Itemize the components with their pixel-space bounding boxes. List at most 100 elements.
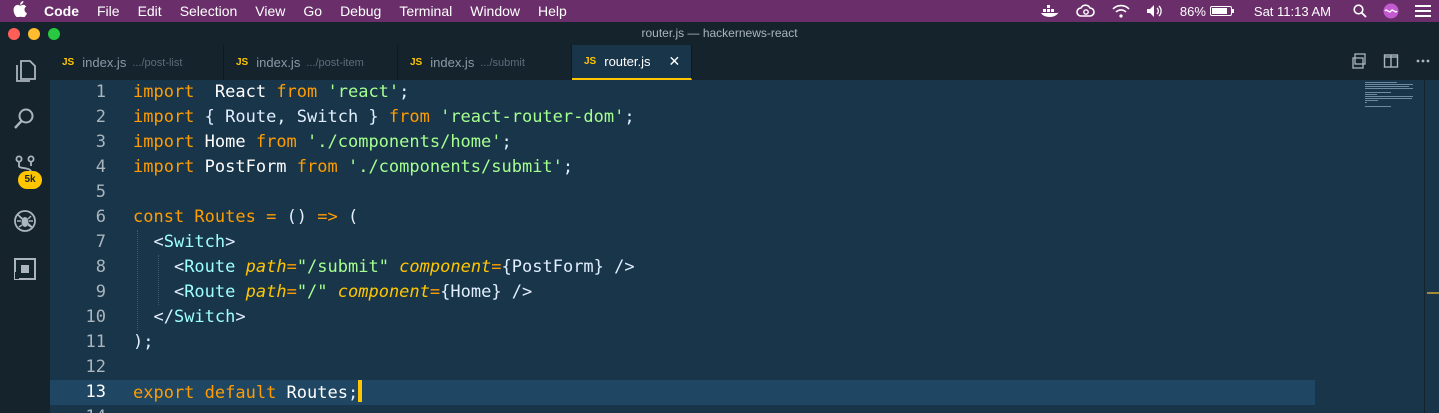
minimap-line <box>1365 84 1413 85</box>
javascript-file-icon: JS <box>62 57 75 68</box>
menu-debug[interactable]: Debug <box>331 0 390 22</box>
editor-actions <box>1343 45 1439 80</box>
volume-icon[interactable] <box>1138 4 1172 18</box>
code-token: ( <box>337 207 359 227</box>
code-line[interactable]: 2 import { Route, Switch } from 'react-ro… <box>50 105 1315 130</box>
text-cursor <box>358 380 363 402</box>
minimap-line <box>1365 98 1412 99</box>
code-line[interactable]: 5 <box>50 180 1315 205</box>
code-line[interactable]: 14 <box>50 405 1315 413</box>
menu-list-icon[interactable] <box>1407 5 1439 17</box>
line-number: 12 <box>85 357 106 377</box>
close-tab-icon[interactable]: ✕ <box>668 53 680 70</box>
code-line[interactable]: 6 const Routes = () => ( <box>50 205 1315 230</box>
creative-cloud-icon[interactable] <box>1068 4 1104 18</box>
code-token: ; <box>399 82 410 102</box>
code-token: import <box>133 107 195 127</box>
line-number: 6 <box>95 207 106 227</box>
mac-menu-bar: Code File Edit Selection View Go Debug T… <box>0 0 1439 22</box>
scm-badge: 5k <box>18 171 42 189</box>
debug-icon[interactable] <box>0 197 50 245</box>
code-text: import React from 'react'; <box>133 80 409 105</box>
code-token: default <box>194 383 277 403</box>
code-token: import <box>133 132 195 152</box>
code-token: {PostForm} /> <box>501 257 635 277</box>
menu-window[interactable]: Window <box>461 0 529 22</box>
more-actions-icon[interactable] <box>1407 53 1439 73</box>
line-number: 14 <box>50 405 106 413</box>
code-text: <Route path="/" component={Home} /> <box>133 280 532 305</box>
code-line[interactable]: 1 import React from 'react'; <box>50 80 1315 105</box>
tab-router-js[interactable]: JS router.js ✕ <box>572 45 692 80</box>
code-line[interactable]: 9 <Route path="/" component={Home} /> <box>50 280 1315 305</box>
menu-terminal[interactable]: Terminal <box>390 0 461 22</box>
code-editor[interactable]: 1413export default Routes; 1211);10 </Swi… <box>50 80 1439 413</box>
code-token: = <box>429 282 441 302</box>
tab-post-list-index[interactable]: JS index.js .../post-list <box>50 45 224 80</box>
minimize-window-button[interactable] <box>28 28 40 40</box>
code-line[interactable]: 7 <Switch> <box>50 230 1315 255</box>
minimap[interactable] <box>1315 80 1413 120</box>
line-number: 9 <box>95 282 106 302</box>
menu-help[interactable]: Help <box>529 0 576 22</box>
docker-icon[interactable] <box>1032 4 1068 18</box>
tab-submit-index[interactable]: JS index.js .../submit <box>398 45 572 80</box>
code-line[interactable]: 13 export default Routes; <box>50 380 1315 405</box>
code-token: () <box>276 207 308 227</box>
code-text: const Routes = () => ( <box>133 205 358 230</box>
code-token: = <box>286 257 297 277</box>
minimap-line <box>1365 88 1413 89</box>
code-token: path <box>235 257 287 277</box>
siri-icon[interactable] <box>1375 3 1407 19</box>
code-text: export default Routes; <box>133 380 363 406</box>
menu-code[interactable]: Code <box>40 0 88 22</box>
code-line[interactable]: 8 <Route path="/submit" component={PostF… <box>50 255 1315 280</box>
code-token: from <box>296 157 338 177</box>
minimap-line <box>1365 94 1377 95</box>
menu-go[interactable]: Go <box>294 0 331 22</box>
zoom-window-button[interactable] <box>48 28 60 40</box>
search-icon[interactable] <box>0 95 50 143</box>
extensions-icon[interactable] <box>0 245 50 293</box>
code-token: Routes <box>276 383 348 403</box>
code-line[interactable]: 10 </Switch> <box>50 305 1315 330</box>
code-token: from <box>388 107 430 127</box>
close-window-button[interactable] <box>8 28 20 40</box>
minimap-line <box>1365 92 1392 93</box>
split-editor-icon[interactable] <box>1375 53 1407 73</box>
minimap-line <box>1365 106 1392 107</box>
editor-tabs: JS index.js .../post-list JS index.js ..… <box>50 45 1439 80</box>
code-token: path <box>235 282 287 302</box>
menu-edit[interactable]: Edit <box>129 0 171 22</box>
indent-guide <box>137 230 138 330</box>
code-token: Switch <box>173 307 236 327</box>
wifi-icon[interactable] <box>1104 4 1138 18</box>
line-number: 8 <box>95 257 106 277</box>
explorer-icon[interactable] <box>0 47 50 95</box>
apple-logo-icon[interactable] <box>0 1 40 21</box>
battery-fill <box>1211 8 1228 14</box>
open-changes-icon[interactable] <box>1343 52 1375 73</box>
tab-label: index.js <box>82 55 127 70</box>
code-token: ; <box>562 157 574 177</box>
code-line[interactable]: 3 import Home from './components/home'; <box>50 130 1315 155</box>
code-line[interactable]: 4 import PostForm from './components/subm… <box>50 155 1315 180</box>
menu-file[interactable]: File <box>88 0 129 22</box>
code-line[interactable]: 12 <box>50 355 1315 380</box>
battery-indicator[interactable]: 86% <box>1172 4 1240 19</box>
code-token: 'react-router-dom' <box>429 107 625 127</box>
search-icon[interactable] <box>1345 4 1375 18</box>
clock[interactable]: Sat 11:13 AM <box>1240 4 1345 19</box>
line-number: 7 <box>95 232 106 252</box>
tab-post-item-index[interactable]: JS index.js .../post-item <box>224 45 398 80</box>
code-text: import Home from './components/home'; <box>133 130 512 155</box>
javascript-file-icon: JS <box>584 56 597 67</box>
code-token: PostForm <box>194 157 297 177</box>
line-number: 2 <box>95 107 106 127</box>
menu-selection[interactable]: Selection <box>171 0 247 22</box>
menu-view[interactable]: View <box>246 0 294 22</box>
scrollbar-track[interactable] <box>1424 80 1425 413</box>
code-token: </ <box>133 307 174 327</box>
battery-percent: 86% <box>1179 3 1206 19</box>
code-line[interactable]: 11); <box>50 330 1315 355</box>
